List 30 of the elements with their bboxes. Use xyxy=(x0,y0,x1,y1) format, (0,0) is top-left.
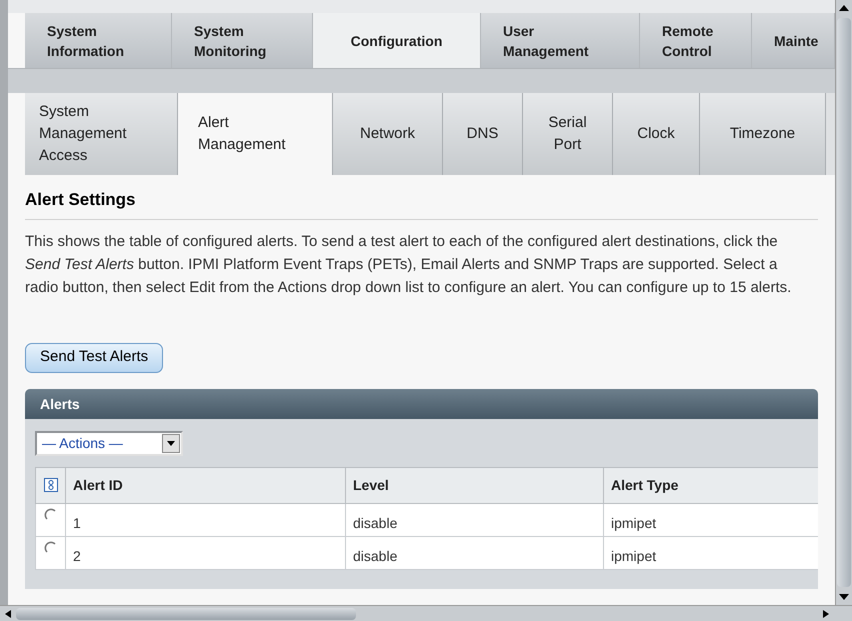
table-cell: 2 xyxy=(66,536,346,569)
sub-tab[interactable]: Alert Management xyxy=(178,93,333,175)
column-header: Level xyxy=(346,467,604,503)
send-test-alerts-button[interactable]: Send Test Alerts xyxy=(25,342,164,372)
sub-tab[interactable]: DNS xyxy=(443,93,523,175)
main-tab[interactable]: Mainte xyxy=(752,13,835,68)
section-title: Alert Settings xyxy=(25,187,818,220)
main-tab[interactable]: Remote Control xyxy=(640,13,752,68)
column-header: Alert ID xyxy=(66,467,346,503)
main-tab[interactable]: User Management xyxy=(481,13,640,68)
table-cell: disable xyxy=(346,536,604,569)
radio-button[interactable] xyxy=(44,540,58,554)
panel-header: Alerts xyxy=(25,388,818,418)
scroll-thumb[interactable] xyxy=(16,608,356,620)
actions-dropdown[interactable]: — Actions — xyxy=(35,430,183,456)
section-description: This shows the table of configured alerts. To send a test alert to each of the configured alert destinations, click the Send Test Alerts button. IPMI Platform Event Traps (PETs), Email Alerts and SNMP Traps are supported. Select a radio button, then select Edit from the Actions drop down list to configure an alert. You can configure up to 15 alerts. xyxy=(25,232,792,298)
table-cell: 1 xyxy=(66,503,346,536)
sub-tab[interactable]: Timezone xyxy=(700,93,826,175)
vertical-scrollbar[interactable] xyxy=(835,0,852,605)
radio-button[interactable] xyxy=(44,508,58,522)
sub-tab[interactable]: Serial Port xyxy=(523,93,613,175)
select-all-icon[interactable] xyxy=(44,478,58,492)
sub-tab[interactable]: System Management Access xyxy=(25,93,178,175)
table-cell: disable xyxy=(346,503,604,536)
main-tab[interactable]: System Information xyxy=(25,13,172,68)
main-tab[interactable]: System Monitoring xyxy=(172,13,313,68)
column-header: Alert Type xyxy=(604,467,818,503)
main-tab[interactable]: Configuration xyxy=(313,13,481,68)
sub-tab[interactable]: Network xyxy=(333,93,443,175)
sub-tab[interactable]: Clock xyxy=(613,93,700,175)
